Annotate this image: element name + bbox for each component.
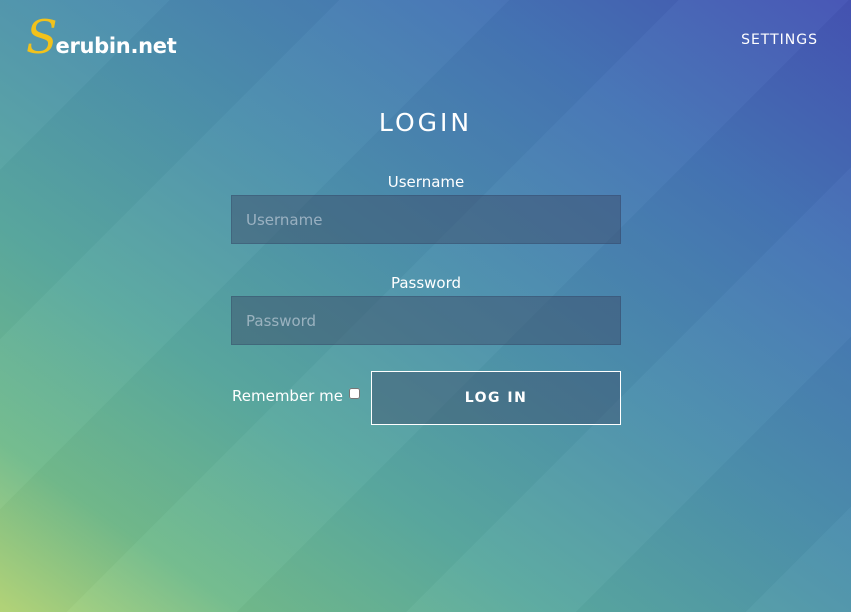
logo[interactable]: S erubin.net <box>26 10 177 64</box>
logo-initial: S <box>26 10 58 64</box>
username-label: Username <box>387 173 465 191</box>
password-label: Password <box>390 274 462 292</box>
logo-text: erubin.net <box>55 34 177 58</box>
login-button[interactable]: LOG IN <box>371 371 621 425</box>
page-title: LOGIN <box>378 108 473 137</box>
settings-link[interactable]: SETTINGS <box>741 32 818 48</box>
remember-me-label: Remember me <box>232 387 343 405</box>
remember-me-checkbox[interactable] <box>348 387 360 399</box>
username-input[interactable] <box>231 195 621 244</box>
remember-me-group: Remember me <box>232 387 360 405</box>
password-input[interactable] <box>231 296 621 345</box>
